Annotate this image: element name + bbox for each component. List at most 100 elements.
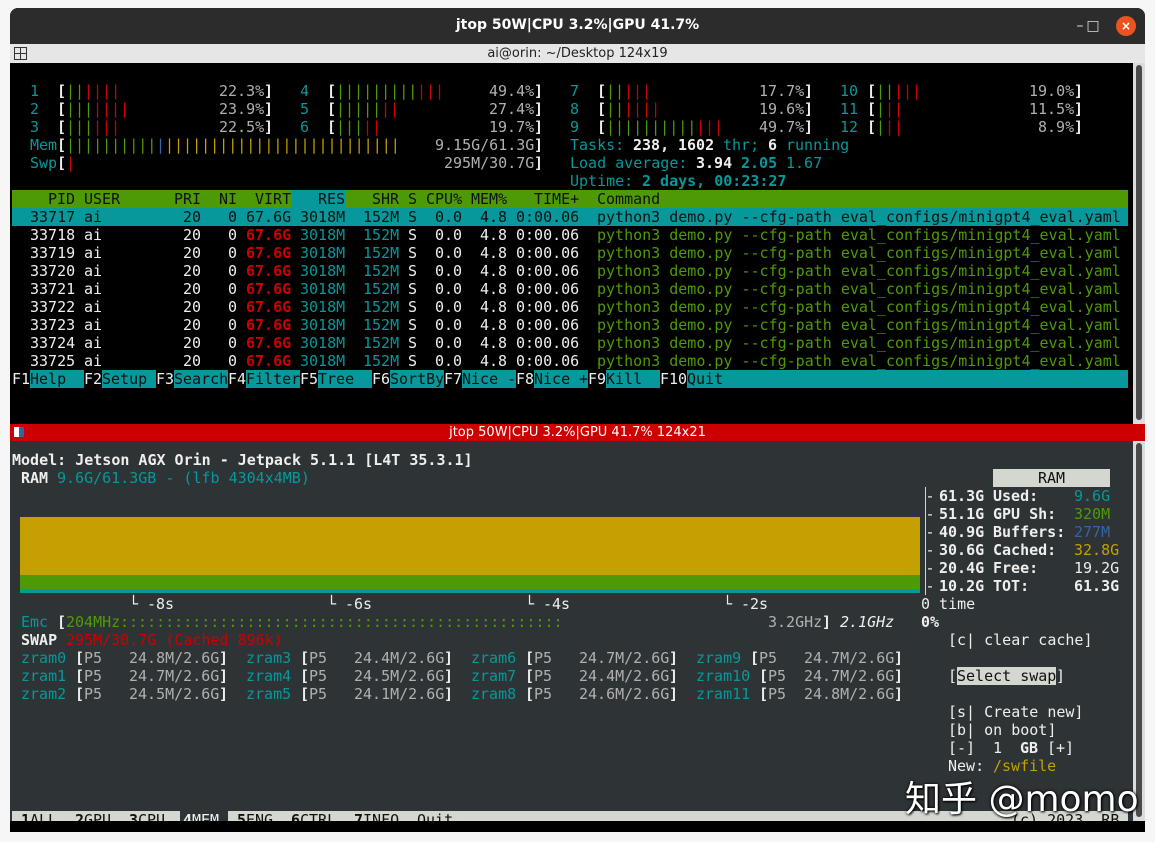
jtop-pane[interactable]: Model: Jetson AGX Orin - Jetpack 5.1.1 [… — [10, 441, 1133, 821]
cpu-percent: 19.7% — [489, 118, 535, 136]
swap-value: 295M/30.7G — [444, 154, 535, 172]
zram-priority: P5 — [309, 649, 328, 667]
zram-name[interactable]: zram4 — [246, 667, 291, 685]
tab-ctrl[interactable]: CTRL — [300, 811, 336, 821]
fkey-label[interactable]: Nice + — [534, 370, 588, 388]
fkey-label[interactable]: Nice - — [462, 370, 516, 388]
tab-number[interactable]: 1 — [21, 811, 30, 821]
fkey-label[interactable]: Help — [30, 370, 66, 388]
tab-mem[interactable]: MEM — [192, 811, 219, 821]
fkey-label[interactable]: Tree — [318, 370, 354, 388]
column-header-res: RES — [318, 190, 346, 208]
zram-name[interactable]: zram3 — [246, 649, 291, 667]
bracket: [ — [300, 667, 310, 685]
column-header-virt: VIRT — [255, 190, 292, 208]
tab-quit[interactable]: Quit — [417, 811, 453, 821]
fkey-f5[interactable]: F5 — [300, 370, 318, 388]
bracket: ] — [444, 685, 454, 703]
meter-bracket: [ — [327, 100, 337, 118]
cpu-label: 1 — [30, 82, 40, 100]
process-mem: 4.8 — [480, 280, 508, 298]
process-res: 3018M — [300, 352, 346, 370]
zram-name[interactable]: zram2 — [21, 685, 66, 703]
fkey-label[interactable]: Setup — [102, 370, 147, 388]
tab-cpu[interactable]: CPU — [138, 811, 165, 821]
emc-freq: 204MHz — [66, 613, 121, 631]
bracket: [ — [750, 649, 760, 667]
zram-name[interactable]: zram8 — [471, 685, 516, 703]
zram-name[interactable]: zram5 — [246, 685, 291, 703]
bracket: [ — [759, 685, 769, 703]
top-pane-scrollbar[interactable] — [1133, 63, 1145, 424]
zram-priority: P5 — [534, 649, 553, 667]
clear-cache-button[interactable]: [c| clear cache] — [948, 631, 1093, 649]
fkey-f10[interactable]: F10 — [660, 370, 687, 388]
tab-number[interactable]: 2 — [75, 811, 84, 821]
close-button[interactable]: × — [1116, 16, 1136, 36]
meter-bracket: ] — [804, 118, 814, 136]
select-swap-button[interactable]: Select swap — [957, 667, 1057, 685]
cpu-bar-normal: | — [876, 118, 886, 136]
bracket: ] — [669, 667, 679, 685]
process-res: 3018M — [300, 208, 346, 226]
htop-pane[interactable]: 1[|| |||| 22.3%] 2[||| |||| 23.9%] 3[||| ||| 22.… — [10, 63, 1133, 424]
y-tick-label: 10.2G — [939, 577, 985, 595]
maximize-button[interactable]: □ — [1083, 16, 1103, 36]
zram-name[interactable]: zram0 — [21, 649, 66, 667]
bracket: ] — [669, 685, 679, 703]
bottom-pane-scrollbar[interactable] — [1133, 441, 1145, 821]
fkey-label[interactable]: Filter — [246, 370, 300, 388]
zram-name[interactable]: zram11 — [696, 685, 750, 703]
column-header-ni: NI — [219, 190, 238, 208]
tab-number[interactable]: 7 — [354, 811, 363, 821]
tab-eng[interactable]: ENG — [246, 811, 273, 821]
zram-name[interactable]: zram10 — [696, 667, 750, 685]
tab-number[interactable]: 6 — [291, 811, 300, 821]
cpu-bar-kernel: |||| — [84, 82, 121, 100]
tab-number[interactable]: 4 — [183, 811, 192, 821]
increase-size-button[interactable]: [+] — [1047, 739, 1074, 757]
fkey-f8[interactable]: F8 — [516, 370, 534, 388]
fkey-f9[interactable]: F9 — [588, 370, 606, 388]
process-pri: 20 — [183, 280, 202, 298]
zram-name[interactable]: zram7 — [471, 667, 516, 685]
tab-all[interactable]: ALL — [30, 811, 57, 821]
fkey-quit-button[interactable] — [687, 370, 1128, 388]
decrease-size-button[interactable]: [-] — [948, 739, 975, 757]
scrollbar-thumb[interactable] — [1136, 443, 1142, 817]
cpu-bar-normal: ||| — [336, 118, 364, 136]
bracket: [ — [759, 667, 769, 685]
cpu-bar-kernel: || — [381, 100, 400, 118]
scrollbar-thumb[interactable] — [1136, 65, 1142, 420]
process-time: 0:00.06 — [516, 208, 580, 226]
tab-number[interactable]: 5 — [237, 811, 246, 821]
process-cmd: python3 demo.py --cfg-path eval_configs/… — [597, 226, 1121, 244]
fkey-f4[interactable]: F4 — [228, 370, 246, 388]
zram-name[interactable]: zram9 — [696, 649, 741, 667]
zram-name[interactable]: zram6 — [471, 649, 516, 667]
fkey-f1[interactable]: F1 — [12, 370, 30, 388]
tab-gpu[interactable]: GPU — [84, 811, 111, 821]
tab-info[interactable]: INFO — [363, 811, 399, 821]
swap-bar: | — [66, 154, 76, 172]
tab-number[interactable]: 3 — [129, 811, 138, 821]
fkey-f7[interactable]: F7 — [444, 370, 462, 388]
bracket: [ — [525, 667, 535, 685]
create-swap-button[interactable]: [s| Create new] — [948, 703, 1083, 721]
fkey-f2[interactable]: F2 — [84, 370, 102, 388]
cpu-bar-kernel: ||| — [93, 118, 121, 136]
fkey-label[interactable]: Quit — [687, 370, 723, 388]
ram-box-title: RAM — [1038, 469, 1066, 487]
swap-label: SWAP — [21, 631, 58, 649]
process-ni: 0 — [228, 208, 238, 226]
cpu-label: 6 — [300, 118, 310, 136]
zram-name[interactable]: zram1 — [21, 667, 66, 685]
zram-usage: 24.8M/2.6G — [804, 685, 895, 703]
on-boot-toggle[interactable]: [b| on boot] — [948, 721, 1056, 739]
fkey-f3[interactable]: F3 — [156, 370, 174, 388]
fkey-f6[interactable]: F6 — [372, 370, 390, 388]
ram-stat-label: Cached: — [993, 541, 1057, 559]
fkey-label[interactable]: SortBy — [390, 370, 444, 388]
fkey-label[interactable]: Kill — [606, 370, 642, 388]
fkey-label[interactable]: Search — [174, 370, 228, 388]
